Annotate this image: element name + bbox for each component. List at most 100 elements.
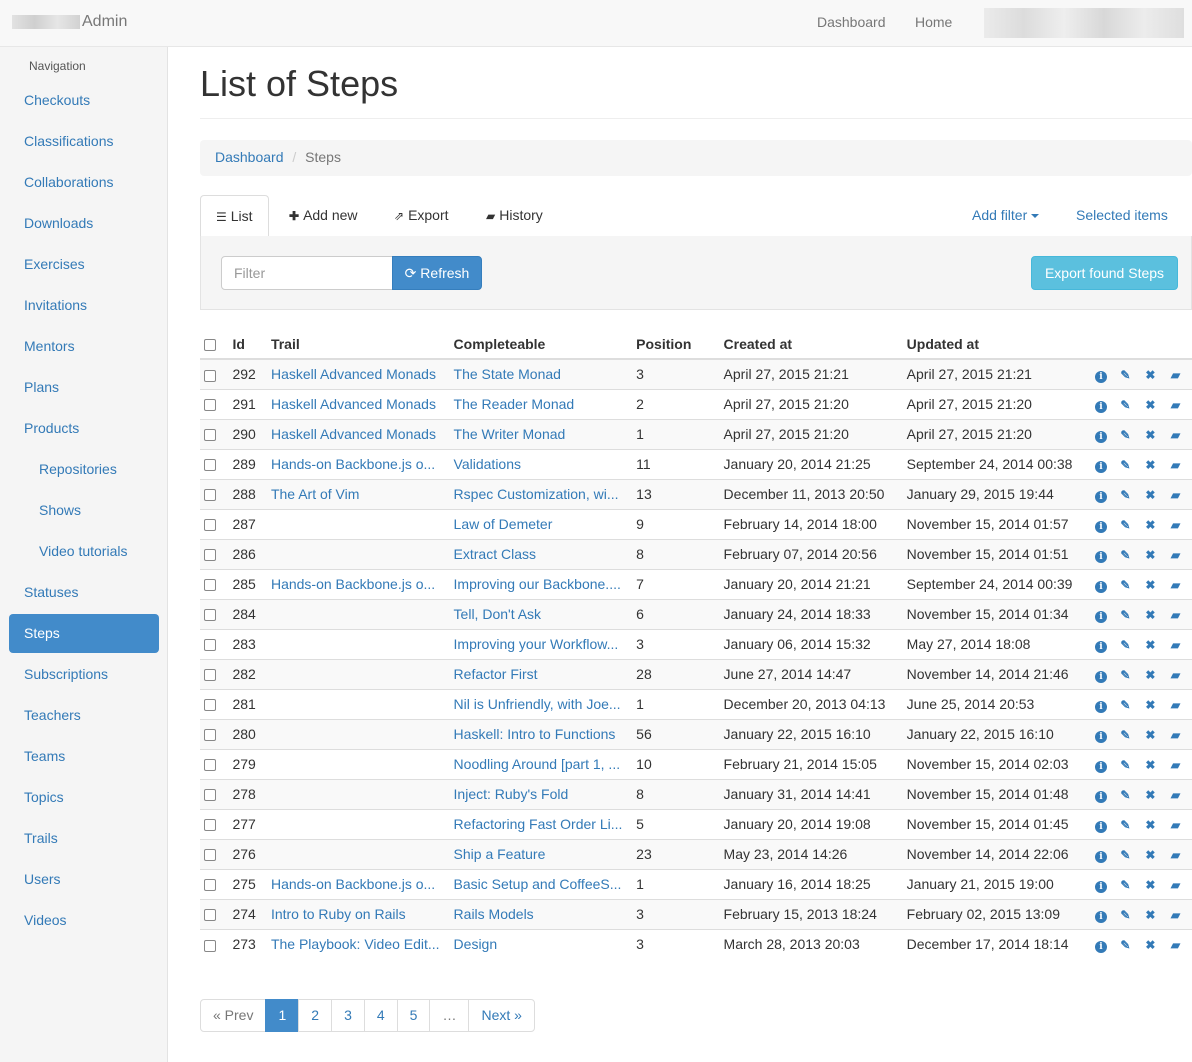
completeable-link[interactable]: Rspec Customization, wi... [449,478,633,509]
selected-items-dropdown[interactable]: Selected items [1061,195,1192,259]
completeable-link[interactable]: Design [449,928,633,959]
completeable-link[interactable]: Noodling Around [part 1, ... [449,748,633,779]
info-icon[interactable]: i [1094,400,1107,413]
delete-icon[interactable]: ✖ [1138,548,1163,562]
completeable-link-text[interactable]: Basic Setup and CoffeeS... [454,876,622,892]
completeable-link-text[interactable]: Refactor First [454,666,538,682]
book-icon[interactable]: ▰ [1163,608,1188,622]
row-checkbox[interactable] [204,639,216,652]
sidebar-item-users[interactable]: Users [9,860,159,899]
pencil-icon[interactable]: ✎ [1113,758,1138,772]
pencil-icon[interactable]: ✎ [1113,608,1138,622]
trail-link[interactable]: Intro to Ruby on Rails [266,898,450,929]
completeable-link-text[interactable]: Tell, Don't Ask [454,606,542,622]
pagination-page-1[interactable]: 1 [265,999,300,1032]
tab-add-new[interactable]: ✚ Add new [274,195,373,237]
col-header-completeable[interactable]: Completeable [449,330,633,360]
sidebar-item-products[interactable]: Products [9,409,159,448]
completeable-link-text[interactable]: Noodling Around [part 1, ... [454,756,621,772]
breadcrumb-dashboard[interactable]: Dashboard [215,149,284,165]
pagination-page-2[interactable]: 2 [298,999,333,1032]
row-checkbox[interactable] [204,939,216,952]
book-icon[interactable]: ▰ [1163,488,1188,502]
completeable-link[interactable]: Inject: Ruby's Fold [449,778,633,809]
row-checkbox[interactable] [204,489,216,502]
nav-link-home[interactable]: Home [915,14,952,30]
info-icon[interactable]: i [1094,760,1107,773]
sidebar-item-shows[interactable]: Shows [9,491,159,530]
book-icon[interactable]: ▰ [1163,548,1188,562]
delete-icon[interactable]: ✖ [1138,758,1163,772]
completeable-link-text[interactable]: The Reader Monad [454,396,575,412]
pencil-icon[interactable]: ✎ [1113,938,1138,952]
book-icon[interactable]: ▰ [1163,458,1188,472]
row-checkbox[interactable] [204,789,216,802]
row-checkbox[interactable] [204,609,216,622]
trail-link-text[interactable]: Hands-on Backbone.js o... [271,876,435,892]
sidebar-item-trails[interactable]: Trails [9,819,159,858]
trail-link-text[interactable]: Intro to Ruby on Rails [271,906,406,922]
sidebar-item-teams[interactable]: Teams [9,737,159,776]
pagination-page-4[interactable]: 4 [363,999,398,1032]
row-checkbox[interactable] [204,849,216,862]
book-icon[interactable]: ▰ [1163,578,1188,592]
row-checkbox[interactable] [204,669,216,682]
pagination-page-3[interactable]: 3 [331,999,365,1032]
completeable-link[interactable]: Refactoring Fast Order Li... [449,808,633,839]
completeable-link-text[interactable]: Law of Demeter [454,516,553,532]
col-header-trail[interactable]: Trail [266,330,450,360]
pencil-icon[interactable]: ✎ [1113,908,1138,922]
select-all-checkbox[interactable] [204,339,216,352]
trail-link[interactable]: Haskell Advanced Monads [266,388,450,419]
export-found-button[interactable]: Export found Steps [1031,256,1178,290]
row-checkbox[interactable] [204,399,216,412]
trail-link-text[interactable]: Haskell Advanced Monads [271,396,436,412]
completeable-link[interactable]: Improving your Workflow... [449,628,633,659]
row-checkbox[interactable] [204,549,216,562]
completeable-link-text[interactable]: Extract Class [454,546,536,562]
completeable-link-text[interactable]: Refactoring Fast Order Li... [454,816,623,832]
row-checkbox[interactable] [204,519,216,532]
completeable-link-text[interactable]: The State Monad [454,366,561,382]
book-icon[interactable]: ▰ [1163,818,1188,832]
pencil-icon[interactable]: ✎ [1113,638,1138,652]
completeable-link[interactable]: Improving our Backbone.... [449,568,633,599]
book-icon[interactable]: ▰ [1163,788,1188,802]
user-menu-blurred[interactable] [984,8,1184,38]
sidebar-item-subscriptions[interactable]: Subscriptions [9,655,159,694]
book-icon[interactable]: ▰ [1163,848,1188,862]
row-checkbox[interactable] [204,459,216,472]
completeable-link-text[interactable]: Design [454,936,498,952]
completeable-link-text[interactable]: Ship a Feature [454,846,546,862]
row-checkbox[interactable] [204,729,216,742]
info-icon[interactable]: i [1094,550,1107,563]
delete-icon[interactable]: ✖ [1138,728,1163,742]
row-checkbox[interactable] [204,429,216,442]
pencil-icon[interactable]: ✎ [1113,728,1138,742]
completeable-link-text[interactable]: The Writer Monad [454,426,566,442]
tab-history[interactable]: ▰ History [471,195,558,237]
delete-icon[interactable]: ✖ [1138,578,1163,592]
info-icon[interactable]: i [1094,640,1107,653]
sidebar-item-checkouts[interactable]: Checkouts [9,81,159,120]
completeable-link-text[interactable]: Inject: Ruby's Fold [454,786,569,802]
book-icon[interactable]: ▰ [1163,518,1188,532]
trail-link-text[interactable]: Haskell Advanced Monads [271,366,436,382]
trail-link[interactable]: The Art of Vim [266,478,450,509]
delete-icon[interactable]: ✖ [1138,938,1163,952]
delete-icon[interactable]: ✖ [1138,878,1163,892]
info-icon[interactable]: i [1094,730,1107,743]
completeable-link-text[interactable]: Rails Models [454,906,534,922]
sidebar-item-plans[interactable]: Plans [9,368,159,407]
sidebar-item-collaborations[interactable]: Collaborations [9,163,159,202]
delete-icon[interactable]: ✖ [1138,668,1163,682]
pencil-icon[interactable]: ✎ [1113,368,1138,382]
book-icon[interactable]: ▰ [1163,908,1188,922]
delete-icon[interactable]: ✖ [1138,368,1163,382]
completeable-link[interactable]: Basic Setup and CoffeeS... [449,868,633,899]
brand[interactable]: Admin [12,13,127,31]
delete-icon[interactable]: ✖ [1138,788,1163,802]
pencil-icon[interactable]: ✎ [1113,398,1138,412]
completeable-link[interactable]: Validations [449,448,633,479]
completeable-link[interactable]: Tell, Don't Ask [449,598,633,629]
